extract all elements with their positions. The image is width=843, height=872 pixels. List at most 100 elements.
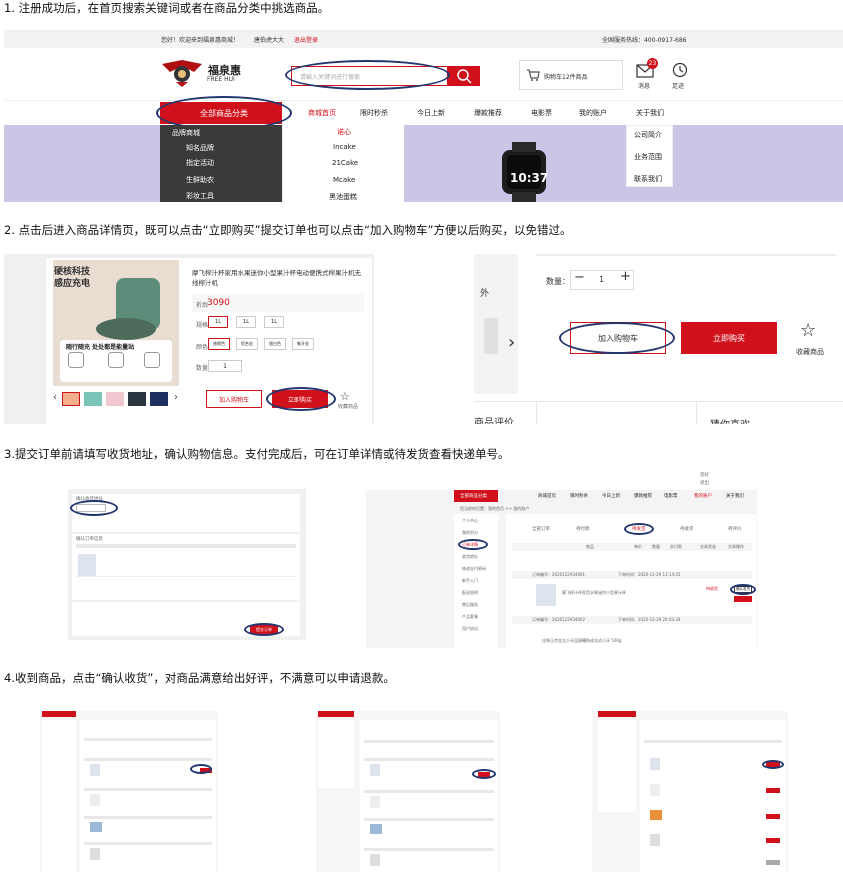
hero-banner[interactable] [4, 125, 843, 202]
zoom-qty-minus-icon[interactable]: − [574, 270, 585, 285]
account-menu-7[interactable]: 售后服务 [462, 602, 478, 608]
orders-breadcrumb: 您当前的位置：我的首页 >> 我的账户 [460, 506, 530, 511]
product-title: 摩飞榨汁杯家用水果迷你小型果汁杯电动便携式榨果汁机无线榨汁机 [192, 269, 361, 287]
zoom-buy-now-button[interactable]: 立即购买 [681, 322, 777, 354]
review-tab[interactable]: 商品评价 [474, 414, 514, 424]
order-product-image-1 [536, 584, 556, 606]
orders-nav-1[interactable]: 限时秒杀 [570, 493, 588, 499]
account-menu-4[interactable]: 修改支付密码 [462, 566, 486, 572]
order-product-1: 摩飞榨汁杯家用水果迷你小型果汁杯 [562, 590, 626, 595]
message-label: 消息 [638, 83, 651, 90]
receipt-3-highlight-ellipse [762, 760, 784, 769]
sub-item-3[interactable]: Mcake [333, 176, 355, 184]
search-icon [457, 69, 472, 84]
add-cart-highlight-ellipse [559, 322, 675, 354]
add-to-cart-button[interactable]: 加入购物车 [206, 390, 262, 408]
orders-nav-0[interactable]: 商城首页 [538, 493, 556, 499]
color-option-1[interactable]: 铝合金 [236, 338, 258, 350]
spec-option-1[interactable]: 1L [236, 316, 256, 328]
qty-stepper[interactable]: 1 [208, 360, 242, 372]
cat-item-0[interactable]: 品牌商城 [172, 128, 200, 138]
thumb-prev-icon[interactable]: ‹ [53, 392, 57, 403]
account-menu-3[interactable]: 收货地址 [462, 554, 478, 560]
nav-home[interactable]: 商城首页 [308, 108, 336, 118]
orders-top-logout[interactable]: 退出 [700, 480, 709, 486]
zoom-qty-value: 1 [599, 275, 605, 284]
account-menu-8[interactable]: 产品套餐 [462, 614, 478, 620]
footprint-label: 足迹 [672, 83, 685, 90]
orders-nav-3[interactable]: 爆款推荐 [634, 493, 652, 499]
color-option-2[interactable]: 银白色 [264, 338, 286, 350]
nav-flash-sale[interactable]: 限时秒杀 [360, 108, 388, 118]
order-tab-0[interactable]: 全部订单 [532, 526, 550, 532]
col-paid: 实付款 [670, 544, 682, 549]
welcome-text: 您好！欢迎来到福泉惠商城！ [161, 37, 240, 44]
cat-item-3[interactable]: 生鲜助农 [186, 175, 214, 185]
orders-nav-2[interactable]: 今日上新 [602, 493, 620, 499]
orders-nav-6[interactable]: 关于我们 [726, 493, 744, 499]
logout-link[interactable]: 退出登录 [294, 35, 318, 44]
receipt-1-highlight-ellipse [190, 764, 212, 774]
buy-now-highlight-ellipse [266, 387, 336, 411]
guess-you-like: 猜你喜欢 [710, 416, 750, 424]
account-menu-5[interactable]: 新手入门 [462, 578, 478, 584]
about-item-1[interactable]: 业务范围 [634, 152, 662, 162]
zoom-favorite-star-icon[interactable]: ☆ [800, 320, 816, 341]
about-item-2[interactable]: 联系我们 [634, 174, 662, 184]
col-price: 单价 [634, 544, 642, 549]
receipt-2-highlight-ellipse [472, 769, 496, 779]
thumb-next-icon[interactable]: › [174, 392, 178, 403]
order-tab-1[interactable]: 待付款 [576, 526, 590, 532]
promo-line-3: 随行随充 处处都是能量站 [66, 344, 135, 351]
sub-item-4[interactable]: 黑池蛋糕 [329, 192, 357, 202]
cat-item-2[interactable]: 指定活动 [186, 158, 214, 168]
sub-item-0[interactable]: 诺心 [337, 127, 351, 137]
qty-label: 数量 [196, 365, 209, 372]
step-2-text: 2. 点击后进入商品详情页，既可以点击“立即购买”提交订单也可以点击“加入购物车… [4, 223, 572, 237]
nav-hot[interactable]: 爆款推荐 [474, 108, 502, 118]
cat-item-1[interactable]: 知名品牌 [186, 143, 214, 153]
col-status: 交易状态 [700, 544, 716, 549]
account-menu-6[interactable]: 配送说明 [462, 590, 478, 596]
zoom-qty-plus-icon[interactable]: + [620, 269, 631, 284]
spec-option-0[interactable]: 1L [208, 316, 228, 328]
cat-item-4[interactable]: 彩妆工具 [186, 191, 214, 201]
sub-item-2[interactable]: 21Cake [332, 159, 358, 167]
account-menu-9[interactable]: 用户协议 [462, 626, 478, 632]
about-item-0[interactable]: 公司简介 [634, 130, 662, 140]
logo-kite-icon[interactable] [160, 58, 204, 88]
username: 唐伯虎大大 [254, 37, 285, 44]
sub-item-1[interactable]: Incake [333, 143, 356, 151]
zoom-next-arrow-icon[interactable]: › [508, 332, 515, 353]
nav-account[interactable]: 我的账户 [579, 108, 607, 118]
account-menu-1[interactable]: 我的积分 [462, 530, 478, 536]
color-option-3[interactable]: 象牙金 [292, 338, 314, 350]
order-status-1: 待收货 [706, 586, 718, 591]
cart-label: 购物车12件商品 [544, 74, 588, 81]
color-option-0[interactable]: 香槟色 [208, 338, 230, 350]
order-number-1: 订单编号：2020122934001 [532, 572, 586, 577]
account-menu-0[interactable]: 个人中心 [462, 518, 478, 524]
nav-movie[interactable]: 电影票 [531, 108, 552, 118]
zoom-outside-text: 外 [480, 289, 490, 299]
nav-about[interactable]: 关于我们 [636, 108, 664, 118]
step-1-text: 1. 注册成功后，在首页搜索关键词或者在商品分类中挑选商品。 [4, 1, 330, 15]
zoom-qty-label: 数量： [546, 277, 570, 286]
footprint-clock-icon[interactable] [672, 62, 688, 78]
orders-top-greeting: 您好 [700, 473, 709, 478]
order-tab-3[interactable]: 待收货 [680, 526, 694, 532]
detail-screenshot: 硬核科技 感应充电 随行随充 处处都是能量站 ‹ › 摩飞榨汁杯家用水果迷你小型… [4, 254, 374, 424]
favorite-star-icon[interactable]: ☆ [340, 390, 350, 403]
search-button[interactable] [448, 66, 480, 86]
orders-nav-5[interactable]: 我的账户 [694, 493, 712, 499]
col-action: 交易操作 [728, 544, 744, 549]
spec-option-2[interactable]: 1L [264, 316, 284, 328]
submit-highlight-ellipse [244, 623, 284, 636]
spec-label: 规格 [196, 322, 209, 329]
orders-screenshot: 您好 退出 全部商品分类 商城首页 限时秒杀 今日上新 爆款推荐 电影票 我的账… [366, 468, 757, 648]
nav-new[interactable]: 今日上新 [417, 108, 445, 118]
orders-nav-4[interactable]: 电影票 [664, 493, 678, 499]
order-tab-4[interactable]: 待评价 [728, 526, 742, 532]
orders-all-category-label: 全部商品分类 [460, 494, 487, 499]
order-detail-highlight-ellipse [458, 539, 488, 550]
